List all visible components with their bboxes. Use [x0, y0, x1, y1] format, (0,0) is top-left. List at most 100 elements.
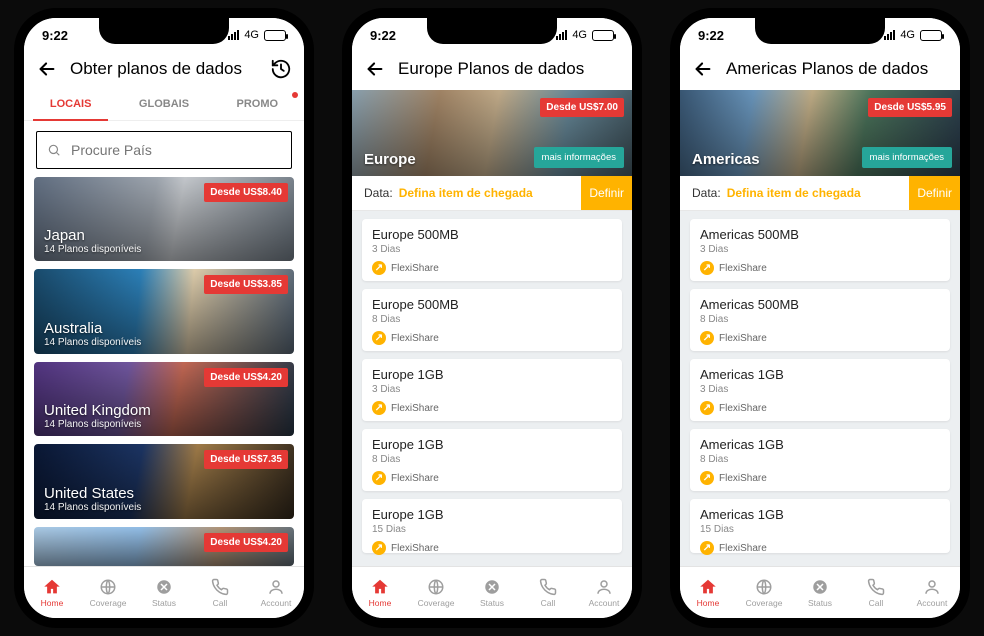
- plans-list[interactable]: Europe 500MB 3 Dias FlexiShare Europe 50…: [352, 211, 632, 566]
- screen-americas-planos: Americas Planos de dados Desde US$5.95 A…: [680, 52, 960, 618]
- nav-status[interactable]: Status: [136, 567, 192, 618]
- country-list[interactable]: Desde US$8.40 Japan 14 Planos disponívei…: [24, 177, 304, 566]
- nav-home[interactable]: Home: [680, 567, 736, 618]
- plan-card[interactable]: Americas 500MB 8 Dias FlexiShare: [690, 289, 950, 351]
- hero-americas: Desde US$5.95 Americas mais informações: [680, 90, 960, 176]
- coverage-icon: [99, 578, 117, 596]
- country-card-japan[interactable]: Desde US$8.40 Japan 14 Planos disponívei…: [34, 177, 294, 261]
- country-name: United States: [44, 485, 284, 502]
- plan-card[interactable]: Americas 1GB 3 Dias FlexiShare: [690, 359, 950, 421]
- flexishare-icon: [700, 261, 714, 275]
- plan-card[interactable]: Americas 500MB 3 Dias FlexiShare: [690, 219, 950, 281]
- price-tag: Desde US$8.40: [204, 183, 288, 202]
- history-button[interactable]: [270, 58, 292, 80]
- nav-coverage[interactable]: Coverage: [80, 567, 136, 618]
- plan-days: 3 Dias: [372, 244, 612, 255]
- notch: [427, 18, 557, 44]
- bottom-nav: Home Coverage Status Call Account: [24, 566, 304, 618]
- nav-account[interactable]: Account: [576, 567, 632, 618]
- phone-3-americas: 9:22 4G Americas Planos de dados Desde U…: [670, 8, 970, 628]
- tab-globais[interactable]: GLOBAIS: [117, 90, 210, 120]
- flexishare-icon: [700, 401, 714, 415]
- search-field[interactable]: [69, 141, 281, 159]
- back-button[interactable]: [692, 58, 714, 80]
- call-icon: [539, 578, 557, 596]
- plan-days: 3 Dias: [700, 244, 940, 255]
- signal-icon: [556, 30, 567, 40]
- date-value[interactable]: Defina item de chegada: [727, 186, 910, 200]
- call-icon: [867, 578, 885, 596]
- back-button[interactable]: [36, 58, 58, 80]
- status-icon: [483, 578, 501, 596]
- back-button[interactable]: [364, 58, 386, 80]
- plan-title: Europe 500MB: [372, 227, 612, 242]
- country-plans: 14 Planos disponíveis: [44, 419, 284, 430]
- tab-locais[interactable]: LOCAIS: [24, 90, 117, 120]
- signal-icon: [884, 30, 895, 40]
- plan-flexishare: FlexiShare: [372, 471, 612, 485]
- nav-call[interactable]: Call: [192, 567, 248, 618]
- plan-days: 15 Dias: [372, 524, 612, 535]
- plan-card[interactable]: Americas 1GB 8 Dias FlexiShare: [690, 429, 950, 491]
- plan-card[interactable]: Europe 1GB 3 Dias FlexiShare: [362, 359, 622, 421]
- call-icon: [211, 578, 229, 596]
- plan-flexishare: FlexiShare: [700, 471, 940, 485]
- country-plans: 14 Planos disponíveis: [44, 337, 284, 348]
- app-header: Americas Planos de dados: [680, 52, 960, 90]
- country-card-more[interactable]: Desde US$4.20: [34, 527, 294, 566]
- plans-list[interactable]: Americas 500MB 3 Dias FlexiShare America…: [680, 211, 960, 566]
- screen-obter-planos: Obter planos de dados LOCAIS GLOBAIS PRO…: [24, 52, 304, 618]
- plan-title: Americas 1GB: [700, 507, 940, 522]
- date-value[interactable]: Defina item de chegada: [399, 186, 582, 200]
- nav-home[interactable]: Home: [24, 567, 80, 618]
- plan-days: 8 Dias: [372, 314, 612, 325]
- country-card-australia[interactable]: Desde US$3.85 Australia 14 Planos dispon…: [34, 269, 294, 353]
- notch: [99, 18, 229, 44]
- nav-status[interactable]: Status: [464, 567, 520, 618]
- nav-call[interactable]: Call: [520, 567, 576, 618]
- plan-flexishare: FlexiShare: [372, 331, 612, 345]
- plan-card[interactable]: Europe 1GB 15 Dias FlexiShare: [362, 499, 622, 553]
- nav-status[interactable]: Status: [792, 567, 848, 618]
- define-button[interactable]: Definir: [909, 176, 960, 210]
- more-info-button[interactable]: mais informações: [862, 147, 952, 168]
- status-icon: [811, 578, 829, 596]
- nav-account[interactable]: Account: [248, 567, 304, 618]
- plan-card[interactable]: Americas 1GB 15 Dias FlexiShare: [690, 499, 950, 553]
- tab-promo[interactable]: PROMO: [211, 90, 304, 120]
- plan-card[interactable]: Europe 500MB 3 Dias FlexiShare: [362, 219, 622, 281]
- status-time: 9:22: [42, 28, 68, 43]
- home-icon: [699, 578, 717, 596]
- price-tag: Desde US$7.00: [540, 98, 624, 117]
- promo-dot-icon: [292, 92, 298, 98]
- signal-icon: [228, 30, 239, 40]
- status-network: 4G: [244, 29, 259, 41]
- nav-coverage[interactable]: Coverage: [408, 567, 464, 618]
- country-card-us[interactable]: Desde US$7.35 United States 14 Planos di…: [34, 444, 294, 519]
- define-button[interactable]: Definir: [581, 176, 632, 210]
- phone-1-obter-planos: 9:22 4G Obter planos de dados LOCAIS GLO…: [14, 8, 314, 628]
- hero-name: Americas: [692, 151, 760, 168]
- nav-home[interactable]: Home: [352, 567, 408, 618]
- nav-call[interactable]: Call: [848, 567, 904, 618]
- nav-account[interactable]: Account: [904, 567, 960, 618]
- search-input[interactable]: [36, 131, 292, 169]
- nav-coverage[interactable]: Coverage: [736, 567, 792, 618]
- status-right: 4G: [228, 29, 286, 41]
- plan-flexishare: FlexiShare: [700, 261, 940, 275]
- plan-card[interactable]: Europe 500MB 8 Dias FlexiShare: [362, 289, 622, 351]
- more-info-button[interactable]: mais informações: [534, 147, 624, 168]
- plan-flexishare: FlexiShare: [700, 401, 940, 415]
- price-tag: Desde US$4.20: [204, 533, 288, 552]
- page-title: Europe Planos de dados: [398, 59, 584, 79]
- battery-icon: [592, 30, 614, 41]
- country-card-uk[interactable]: Desde US$4.20 United Kingdom 14 Planos d…: [34, 362, 294, 437]
- price-tag: Desde US$7.35: [204, 450, 288, 469]
- plan-flexishare: FlexiShare: [372, 541, 612, 555]
- account-icon: [267, 578, 285, 596]
- plan-card[interactable]: Europe 1GB 8 Dias FlexiShare: [362, 429, 622, 491]
- plan-days: 15 Dias: [700, 524, 940, 535]
- account-icon: [595, 578, 613, 596]
- status-icon: [155, 578, 173, 596]
- status-right: 4G: [884, 29, 942, 41]
